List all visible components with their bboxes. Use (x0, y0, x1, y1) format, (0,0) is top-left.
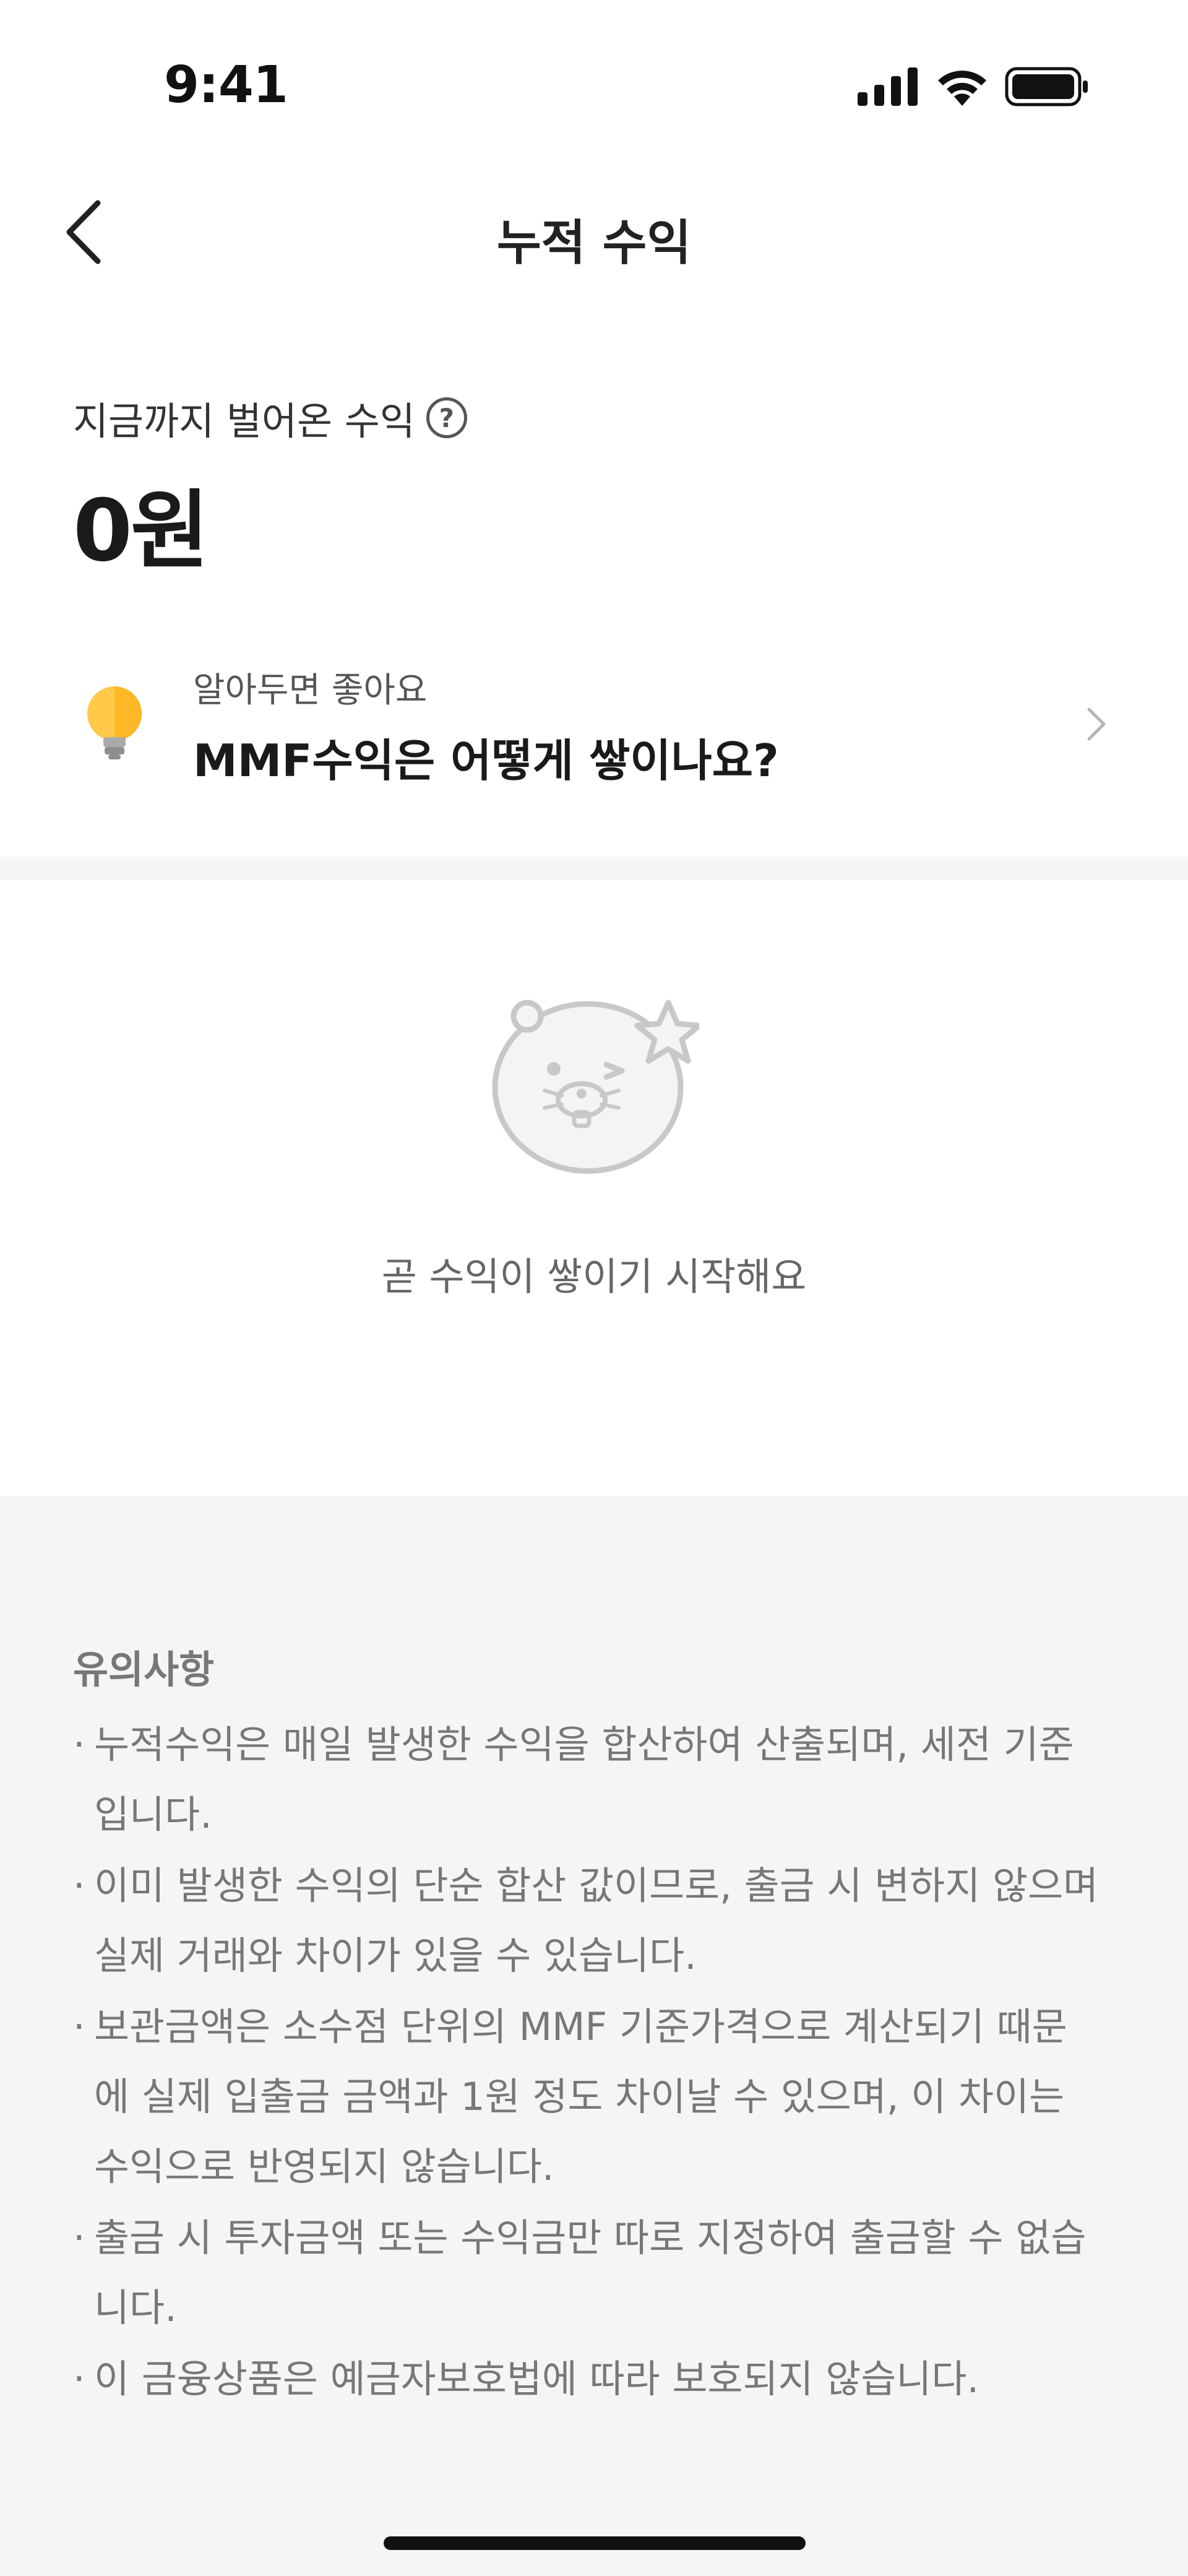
total-earnings-amount: 0원 (73, 481, 209, 581)
status-bar: 9:41 (0, 0, 1188, 155)
home-indicator[interactable] (384, 2536, 806, 2550)
status-icons (858, 67, 1089, 106)
notice-title: 유의사항 (73, 1647, 215, 1692)
empty-state-message: 곧 수익이 쌓이기 시작해요 (381, 1254, 807, 1299)
notice-item: 출금 시 투자금액 또는 수익금만 따로 지정하여 출금할 수 없습니다. (73, 2203, 1100, 2343)
section-divider (0, 857, 1188, 880)
chevron-right-icon (1087, 707, 1106, 741)
summary-label: 지금까지 벌어온 수익 (73, 399, 415, 444)
nav-bar: 누적 수익 (0, 167, 1188, 291)
summary-label-row: 지금까지 벌어온 수익 ? (73, 390, 467, 446)
notice-list: 누적수익은 매일 발생한 수익을 합산하여 산출되며, 세전 기준입니다. 이미… (73, 1709, 1100, 2415)
empty-state: 곧 수익이 쌓이기 시작해요 (0, 880, 1188, 1496)
status-time: 9:41 (164, 56, 288, 115)
notice-item: 이 금융상품은 예금자보호법에 따라 보호되지 않습니다. (73, 2344, 1100, 2414)
notice-section: 유의사항 누적수익은 매일 발생한 수익을 합산하여 산출되며, 세전 기준입니… (0, 1496, 1188, 2576)
signal-icon (858, 67, 918, 106)
mascot-icon (492, 1000, 699, 1174)
tip-title: MMF수익은 어떻게 쌓이나요? (193, 735, 779, 787)
notice-item: 누적수익은 매일 발생한 수익을 합산하여 산출되며, 세전 기준입니다. (73, 1709, 1100, 1849)
notice-item: 이미 발생한 수익의 단순 합산 값이므로, 출금 시 변하지 않으며 실제 거… (73, 1851, 1100, 1990)
tip-subtitle: 알아두면 좋아요 (193, 670, 428, 711)
lightbulb-icon (87, 686, 142, 759)
notice-item: 보관금액은 소수점 단위의 MMF 기준가격으로 계산되기 때문에 실제 입출금… (73, 1992, 1100, 2202)
battery-icon (1005, 67, 1088, 106)
help-icon[interactable]: ? (426, 397, 467, 438)
wifi-icon (938, 71, 986, 106)
page-title: 누적 수익 (496, 215, 692, 271)
tip-card[interactable]: 알아두면 좋아요 MMF수익은 어떻게 쌓이나요? (0, 644, 1188, 805)
